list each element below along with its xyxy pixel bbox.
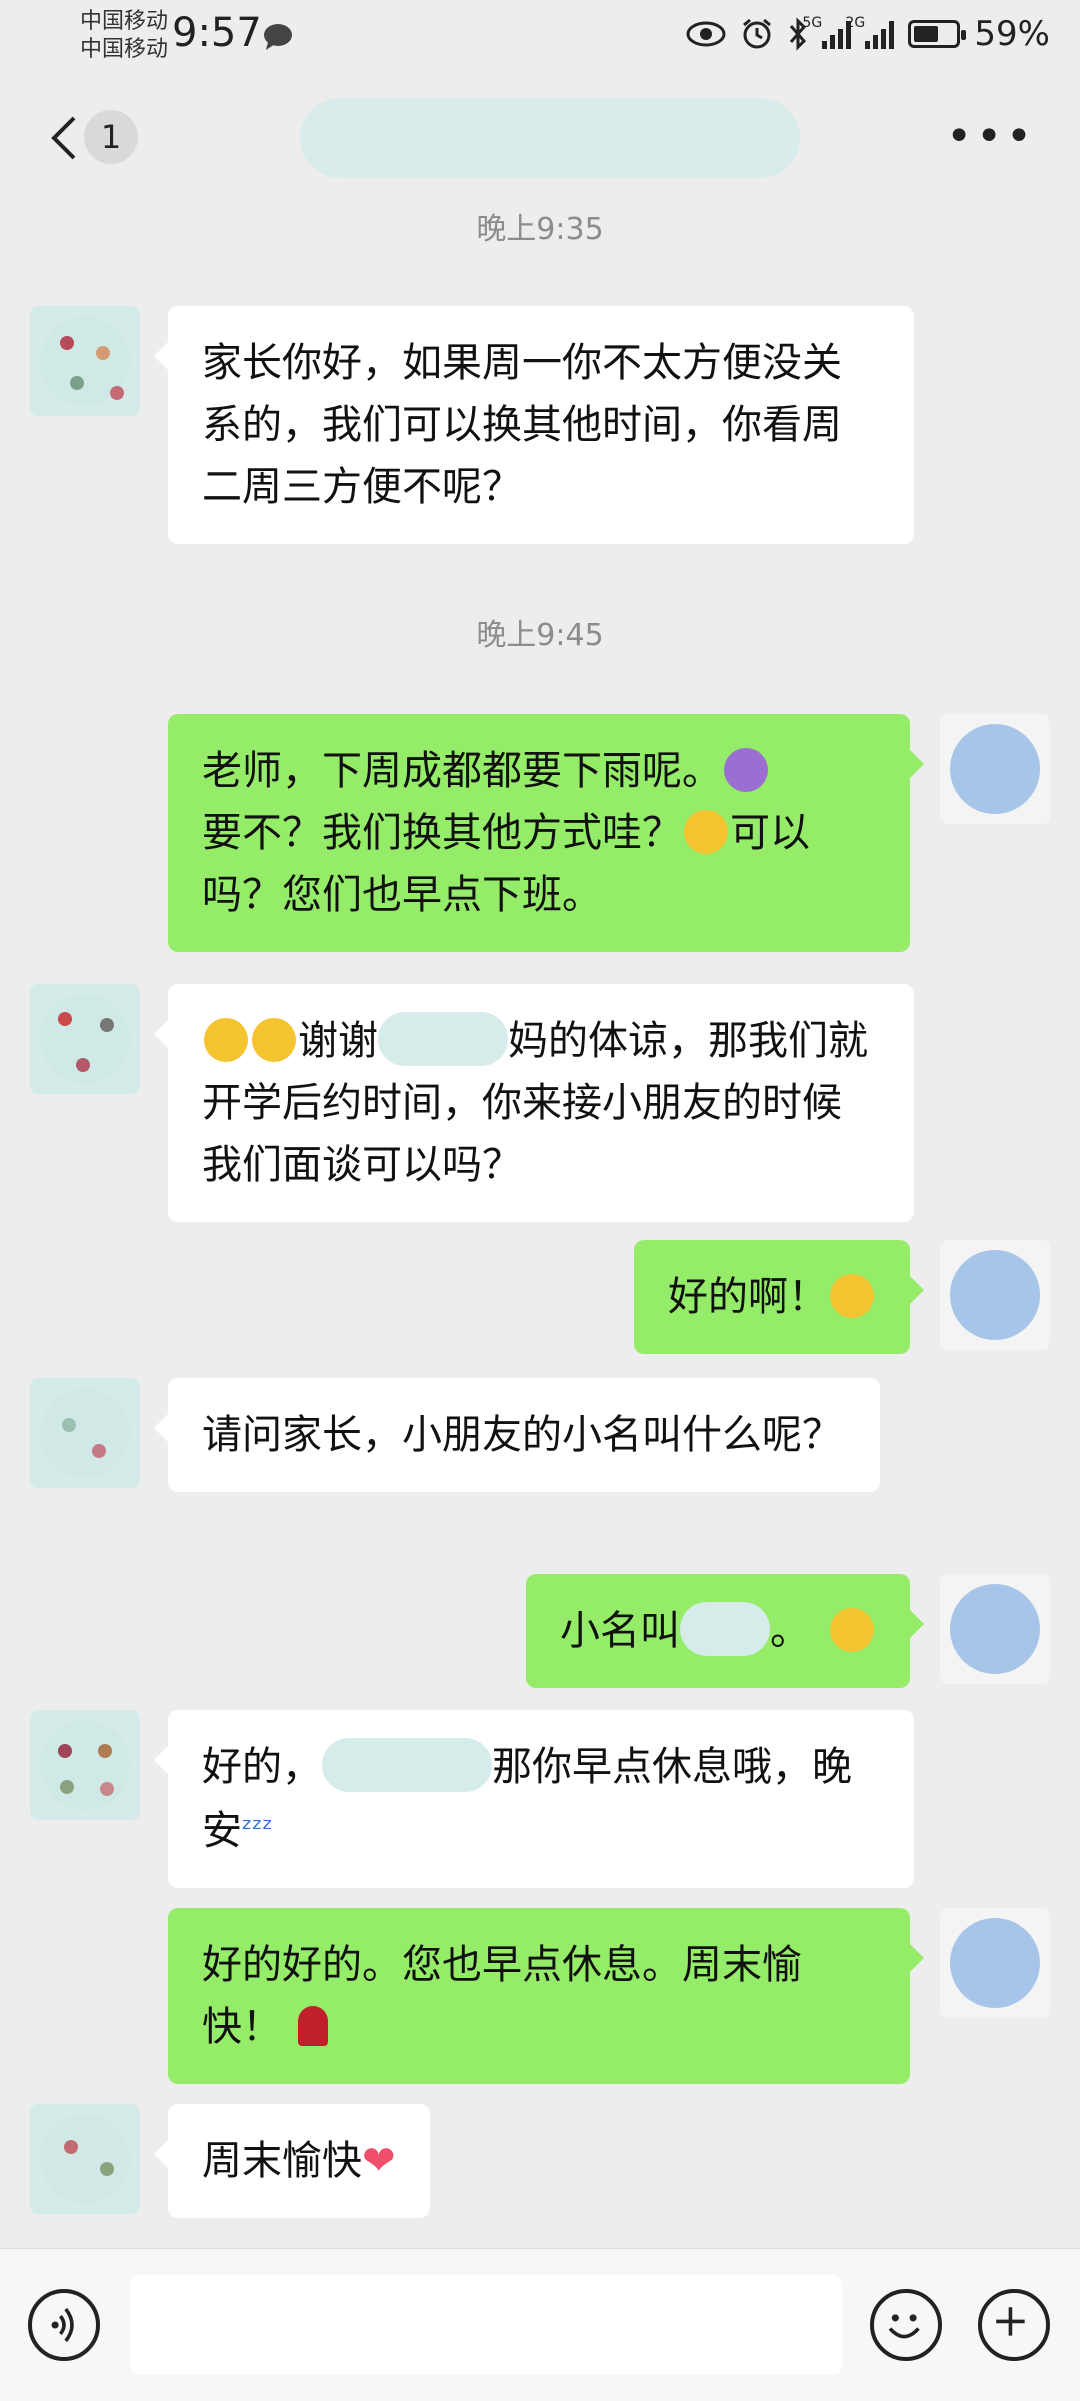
- chat-bubble-icon: [264, 24, 292, 50]
- message-input[interactable]: [130, 2275, 842, 2375]
- grinning-emoji: [830, 1608, 874, 1652]
- battery-percent: 59%: [974, 14, 1050, 54]
- timestamp: 晚上9:35: [476, 212, 604, 247]
- avatar-me[interactable]: [940, 1908, 1050, 2018]
- heart-emoji: ❤: [362, 2138, 396, 2184]
- message-bubble[interactable]: 小名叫。: [526, 1574, 924, 1688]
- plus-icon[interactable]: [978, 2289, 1050, 2361]
- avatar-me[interactable]: [940, 1574, 1050, 1684]
- message-bubble[interactable]: 周末愉快❤: [154, 2104, 430, 2218]
- flushed-emoji: [684, 810, 728, 854]
- input-bar: [0, 2248, 1080, 2401]
- zzz-emoji: ᶻᶻᶻ: [242, 1812, 273, 1845]
- voice-icon[interactable]: [28, 2289, 100, 2361]
- redacted-name: [322, 1738, 492, 1792]
- avatar-me[interactable]: [940, 714, 1050, 824]
- redacted-name: [378, 1012, 508, 1066]
- carrier-2: 中国移动: [80, 37, 169, 62]
- emoji-icon[interactable]: [870, 2289, 942, 2361]
- message-text: 请问家长，小朋友的小名叫什么呢？: [202, 1412, 842, 1458]
- message-bubble[interactable]: 请问家长，小朋友的小名叫什么呢？: [154, 1378, 880, 1492]
- umbrella-rain-emoji: [724, 748, 768, 792]
- message-bubble[interactable]: 老师，下周成都都要下雨呢。 要不？我们换其他方式哇？ 可以吗？您们也早点下班。: [168, 714, 924, 952]
- avatar-teacher[interactable]: [30, 2104, 140, 2214]
- carrier-labels: 中国移动 中国移动: [80, 8, 168, 64]
- status-time: 9:57: [172, 10, 262, 56]
- eye-icon: [686, 21, 726, 47]
- message-text: 家长你好，如果周一你不太方便没关系的，我们可以换其他时间，你看周二周三方便不呢？: [202, 340, 842, 510]
- battery-icon: [908, 20, 967, 48]
- message-bubble[interactable]: 好的， 那你早点休息哦，晚安ᶻᶻᶻ: [154, 1710, 914, 1888]
- unread-count-badge[interactable]: 1: [84, 110, 138, 164]
- redacted-name: [680, 1602, 770, 1656]
- face-with-hand-over-mouth-emoji: [204, 1018, 248, 1062]
- signal-2g-icon: 2G: [845, 15, 895, 49]
- avatar-teacher[interactable]: [30, 306, 140, 416]
- more-options-button[interactable]: •••: [946, 115, 1036, 159]
- avatar-teacher[interactable]: [30, 984, 140, 1094]
- alarm-icon: [743, 18, 772, 49]
- avatar-teacher[interactable]: [30, 1710, 140, 1820]
- message-bubble[interactable]: 家长你好，如果周一你不太方便没关系的，我们可以换其他时间，你看周二周三方便不呢？: [154, 306, 914, 544]
- chat-header: 1 •••: [0, 78, 1080, 196]
- message-bubble[interactable]: 好的好的。您也早点休息。周末愉快！: [168, 1908, 924, 2084]
- chat-title-redacted: [300, 98, 800, 178]
- timestamp: 晚上9:45: [476, 618, 604, 653]
- status-icons: 5G 2G 59%: [686, 14, 1050, 54]
- message-bubble[interactable]: 谢谢 妈的体谅，那我们就开学后约时间，你来接小朋友的时候我们面谈可以吗？: [154, 984, 914, 1222]
- rose-emoji: [298, 2006, 328, 2046]
- status-bar: 中国移动 中国移动 9:57 5G 2G 59%: [0, 0, 1080, 78]
- message-bubble[interactable]: 好的啊！: [634, 1240, 924, 1354]
- avatar-me[interactable]: [940, 1240, 1050, 1350]
- avatar-teacher[interactable]: [30, 1378, 140, 1488]
- carrier-1: 中国移动: [80, 9, 169, 34]
- winking-tongue-emoji: [830, 1274, 874, 1318]
- face-with-hand-over-mouth-emoji: [252, 1018, 296, 1062]
